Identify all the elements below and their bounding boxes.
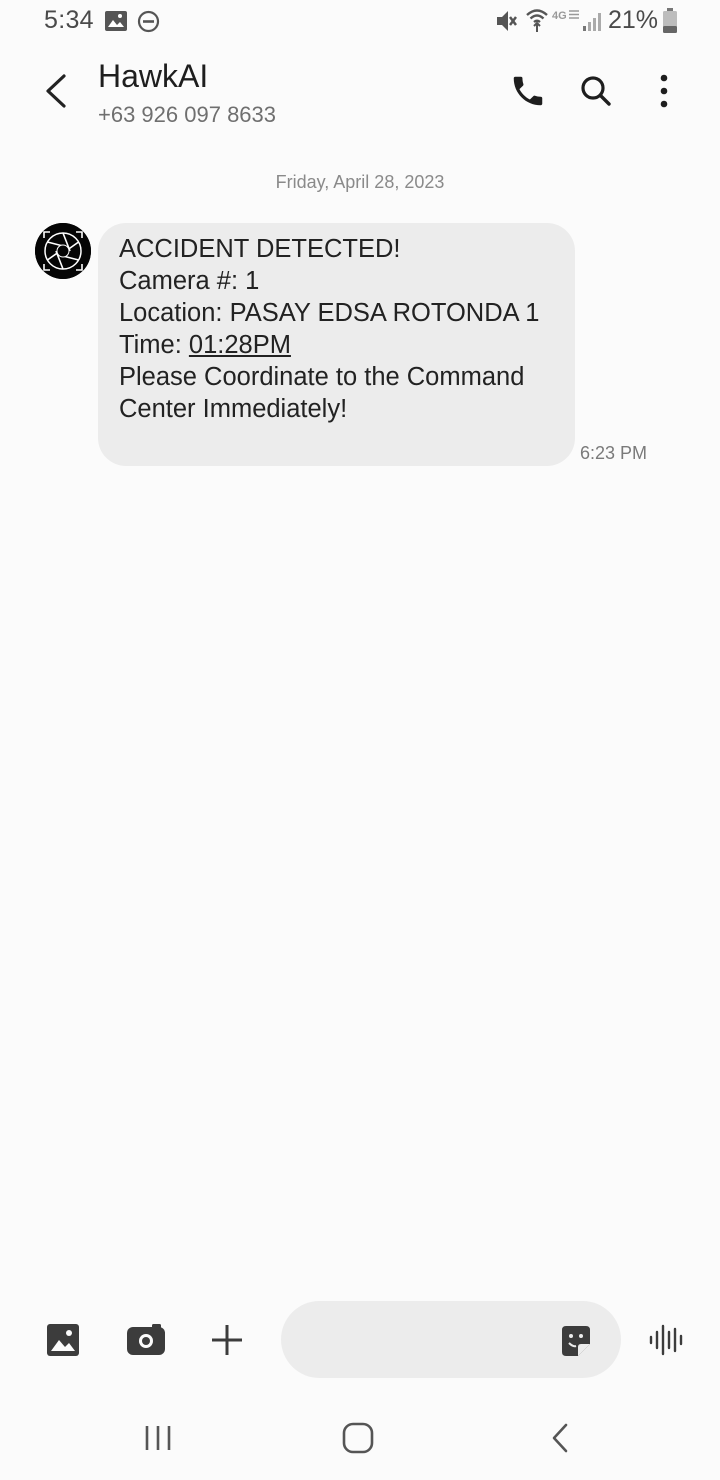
battery-icon [663, 8, 677, 33]
status-time: 5:34 [44, 6, 94, 34]
message-timestamp: 6:23 PM [580, 443, 648, 463]
do-not-disturb-icon [137, 10, 160, 33]
message-line-time: Time: 01:28PM [119, 329, 561, 361]
battery-percent: 21% [608, 6, 659, 34]
message-line: Please Coordinate to the Command [119, 363, 525, 391]
date-separator: Friday, April 28, 2023 [275, 172, 445, 192]
home-icon[interactable] [342, 1422, 374, 1454]
sticker-icon[interactable] [559, 1324, 593, 1358]
avatar[interactable] [35, 223, 91, 279]
wifi-icon [526, 9, 548, 32]
camera-icon[interactable] [126, 1324, 166, 1356]
nav-back-icon[interactable] [548, 1422, 572, 1454]
signal-icon [583, 13, 601, 31]
contact-name: HawkAI [98, 58, 209, 94]
contact-number: +63 926 097 8633 [98, 102, 277, 127]
message-time-label: Time: [119, 331, 189, 359]
back-arrow-icon[interactable] [38, 68, 78, 114]
phone-icon[interactable] [508, 72, 548, 110]
status-bar: 5:34 4G 21% [0, 0, 720, 42]
4g-lte-icon: 4G [552, 10, 579, 22]
voice-recorder-icon[interactable] [648, 1322, 684, 1358]
vibrate-mute-icon [497, 11, 517, 31]
message-input[interactable] [305, 1319, 549, 1361]
message-input-container[interactable] [281, 1301, 621, 1378]
more-options-icon[interactable] [652, 72, 676, 110]
add-icon[interactable] [210, 1323, 244, 1357]
svg-text:4G: 4G [552, 10, 567, 22]
image-icon [105, 11, 127, 31]
message-line: ACCIDENT DETECTED! [119, 235, 401, 263]
gallery-icon[interactable] [46, 1323, 80, 1357]
message-line: Center Immediately! [119, 395, 348, 423]
message-line: Location: PASAY EDSA ROTONDA 1 [119, 299, 540, 327]
message-time-link[interactable]: 01:28PM [189, 331, 291, 359]
message-line: Camera #: 1 [119, 267, 260, 295]
recent-apps-icon[interactable] [142, 1424, 174, 1452]
search-icon[interactable] [578, 73, 614, 109]
message-bubble[interactable]: ACCIDENT DETECTED! Camera #: 1 Location:… [98, 223, 575, 466]
aperture-logo-icon [35, 223, 91, 279]
